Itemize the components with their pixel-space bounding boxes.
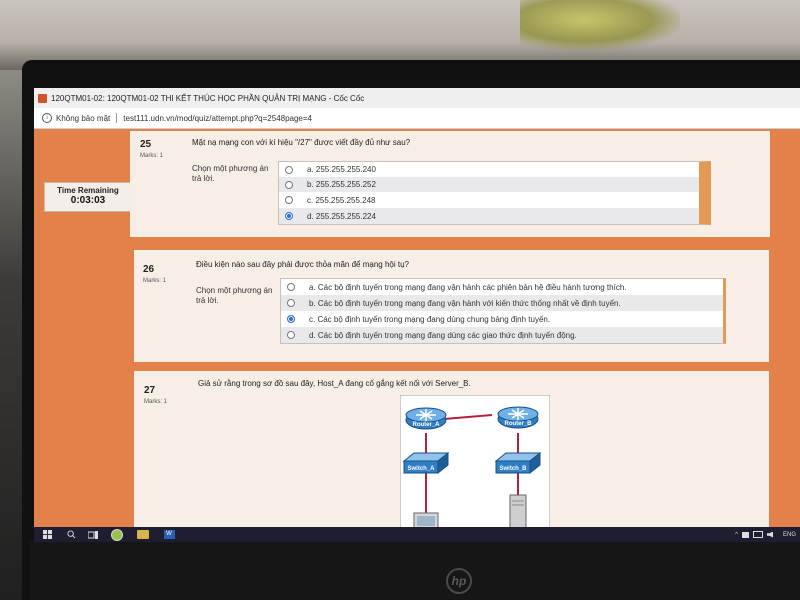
option-label[interactable]: c. 255.255.255.248 (307, 196, 376, 205)
question-marks: Marks: 1 (143, 278, 167, 284)
plant-background (520, 0, 680, 50)
coccoc-browser-icon[interactable] (104, 528, 130, 541)
answer-options: a. 255.255.255.240 b. 255.255.255.252 c.… (278, 161, 711, 225)
info-icon[interactable]: i (42, 113, 52, 123)
answer-option-b[interactable]: b. 255.255.255.252 (279, 177, 699, 192)
radio-button-selected[interactable] (287, 315, 295, 323)
answer-option-a[interactable]: a. Các bộ định tuyến trong mạng đang vận… (281, 279, 723, 295)
option-label[interactable]: c. Các bộ định tuyến trong mạng đang dùn… (309, 315, 550, 324)
option-label[interactable]: a. Các bộ định tuyến trong mạng đang vận… (309, 283, 627, 292)
answer-option-c[interactable]: c. Các bộ định tuyến trong mạng đang dùn… (281, 311, 723, 327)
switch-a-label: Switch_A (407, 466, 435, 472)
radio-button[interactable] (285, 180, 293, 189)
answer-prompt: Chọn một phương án trả lời. (196, 286, 273, 305)
host-computer-icon (413, 512, 439, 527)
option-label[interactable]: d. 255.255.255.224 (307, 212, 376, 221)
battery-icon[interactable] (752, 531, 763, 538)
window-title: 120QTM01-02: 120QTM01-02 THI KẾT THÚC HỌ… (51, 93, 365, 103)
word-icon[interactable]: W (156, 529, 182, 540)
router-a-label: Router_A (412, 422, 440, 428)
coccoc-app-icon (38, 93, 47, 103)
quiz-content: Time Remaining 0:03:03 25 Marks: 1 Mặt n… (34, 129, 800, 527)
chevron-up-icon[interactable]: ^ (735, 532, 738, 538)
answer-option-d[interactable]: d. 255.255.255.224 (279, 208, 699, 224)
question-number: 25 (140, 139, 152, 150)
option-label[interactable]: d. Các bộ định tuyến trong mạng đang dùn… (309, 331, 577, 340)
answer-option-b[interactable]: b. Các bộ định tuyến trong mạng đang vận… (281, 295, 723, 311)
option-label[interactable]: b. 255.255.255.252 (307, 180, 376, 189)
windows-start-icon[interactable] (34, 529, 60, 540)
question-marks: Marks: 1 (140, 153, 164, 159)
answer-option-d[interactable]: d. Các bộ định tuyến trong mạng đang dùn… (281, 327, 723, 343)
network-diagram: Router_A Router_B Switch_A Switch_B (400, 395, 550, 527)
question-card-27: 27 Marks: 1 Giả sử rằng trong sơ đồ sau … (134, 371, 769, 527)
time-remaining-box: Time Remaining 0:03:03 (44, 182, 132, 212)
option-label[interactable]: a. 255.255.255.240 (307, 165, 376, 174)
time-remaining-label: Time Remaining (57, 186, 119, 195)
answer-option-a[interactable]: a. 255.255.255.240 (279, 162, 699, 177)
answer-prompt: Chọn một phương án trả lời. (192, 164, 269, 183)
router-b-label: Router_B (504, 421, 532, 427)
question-text: Mặt nạ mạng con với kí hiệu "/27" được v… (192, 138, 411, 147)
address-bar[interactable]: i Không bảo mật test111.udn.vn/mod/quiz/… (34, 108, 800, 129)
radio-button[interactable] (287, 331, 295, 339)
network-icon[interactable] (741, 531, 749, 538)
radio-button[interactable] (285, 196, 293, 204)
question-card-26: 26 Marks: 1 Điều kiện nào sau đây phải đ… (134, 250, 769, 362)
question-text: Giả sử rằng trong sơ đồ sau đây, Host_A … (198, 379, 471, 388)
answer-option-c[interactable]: c. 255.255.255.248 (279, 192, 699, 208)
security-label[interactable]: Không bảo mật (56, 114, 110, 123)
answer-options: a. Các bộ định tuyến trong mạng đang vận… (280, 278, 726, 344)
question-marks: Marks: 1 (144, 399, 168, 405)
question-text: Điều kiện nào sau đây phải được thỏa mãn… (196, 260, 409, 269)
question-number: 27 (144, 385, 156, 396)
time-remaining-value: 0:03:03 (70, 195, 106, 206)
volume-icon[interactable] (766, 531, 773, 538)
option-label[interactable]: b. Các bộ định tuyến trong mạng đang vận… (309, 299, 621, 308)
laptop-screen: 120QTM01-02: 120QTM01-02 THI KẾT THÚC HỌ… (34, 88, 800, 542)
server-icon (509, 494, 527, 527)
laptop-chin (30, 540, 800, 600)
radio-button[interactable] (287, 283, 295, 291)
file-explorer-icon[interactable] (130, 529, 156, 540)
switch-b-label: Switch_B (499, 466, 527, 472)
system-tray: ^ ENG (735, 531, 800, 538)
language-indicator[interactable]: ENG (783, 532, 796, 538)
url-text[interactable]: test111.udn.vn/mod/quiz/attempt.php?q=25… (123, 114, 312, 123)
radio-button[interactable] (287, 299, 295, 307)
question-card-25: 25 Marks: 1 Mặt nạ mạng con với kí hiệu … (130, 131, 770, 237)
radio-button[interactable] (285, 165, 293, 174)
windows-taskbar: W ^ ENG (34, 527, 800, 542)
task-view-icon[interactable] (82, 529, 104, 540)
question-number: 26 (143, 264, 155, 275)
address-separator (116, 113, 118, 123)
search-icon[interactable] (60, 529, 82, 540)
hp-logo-icon: hp (446, 568, 472, 594)
radio-button-selected[interactable] (285, 212, 293, 220)
browser-titlebar: 120QTM01-02: 120QTM01-02 THI KẾT THÚC HỌ… (34, 88, 800, 108)
